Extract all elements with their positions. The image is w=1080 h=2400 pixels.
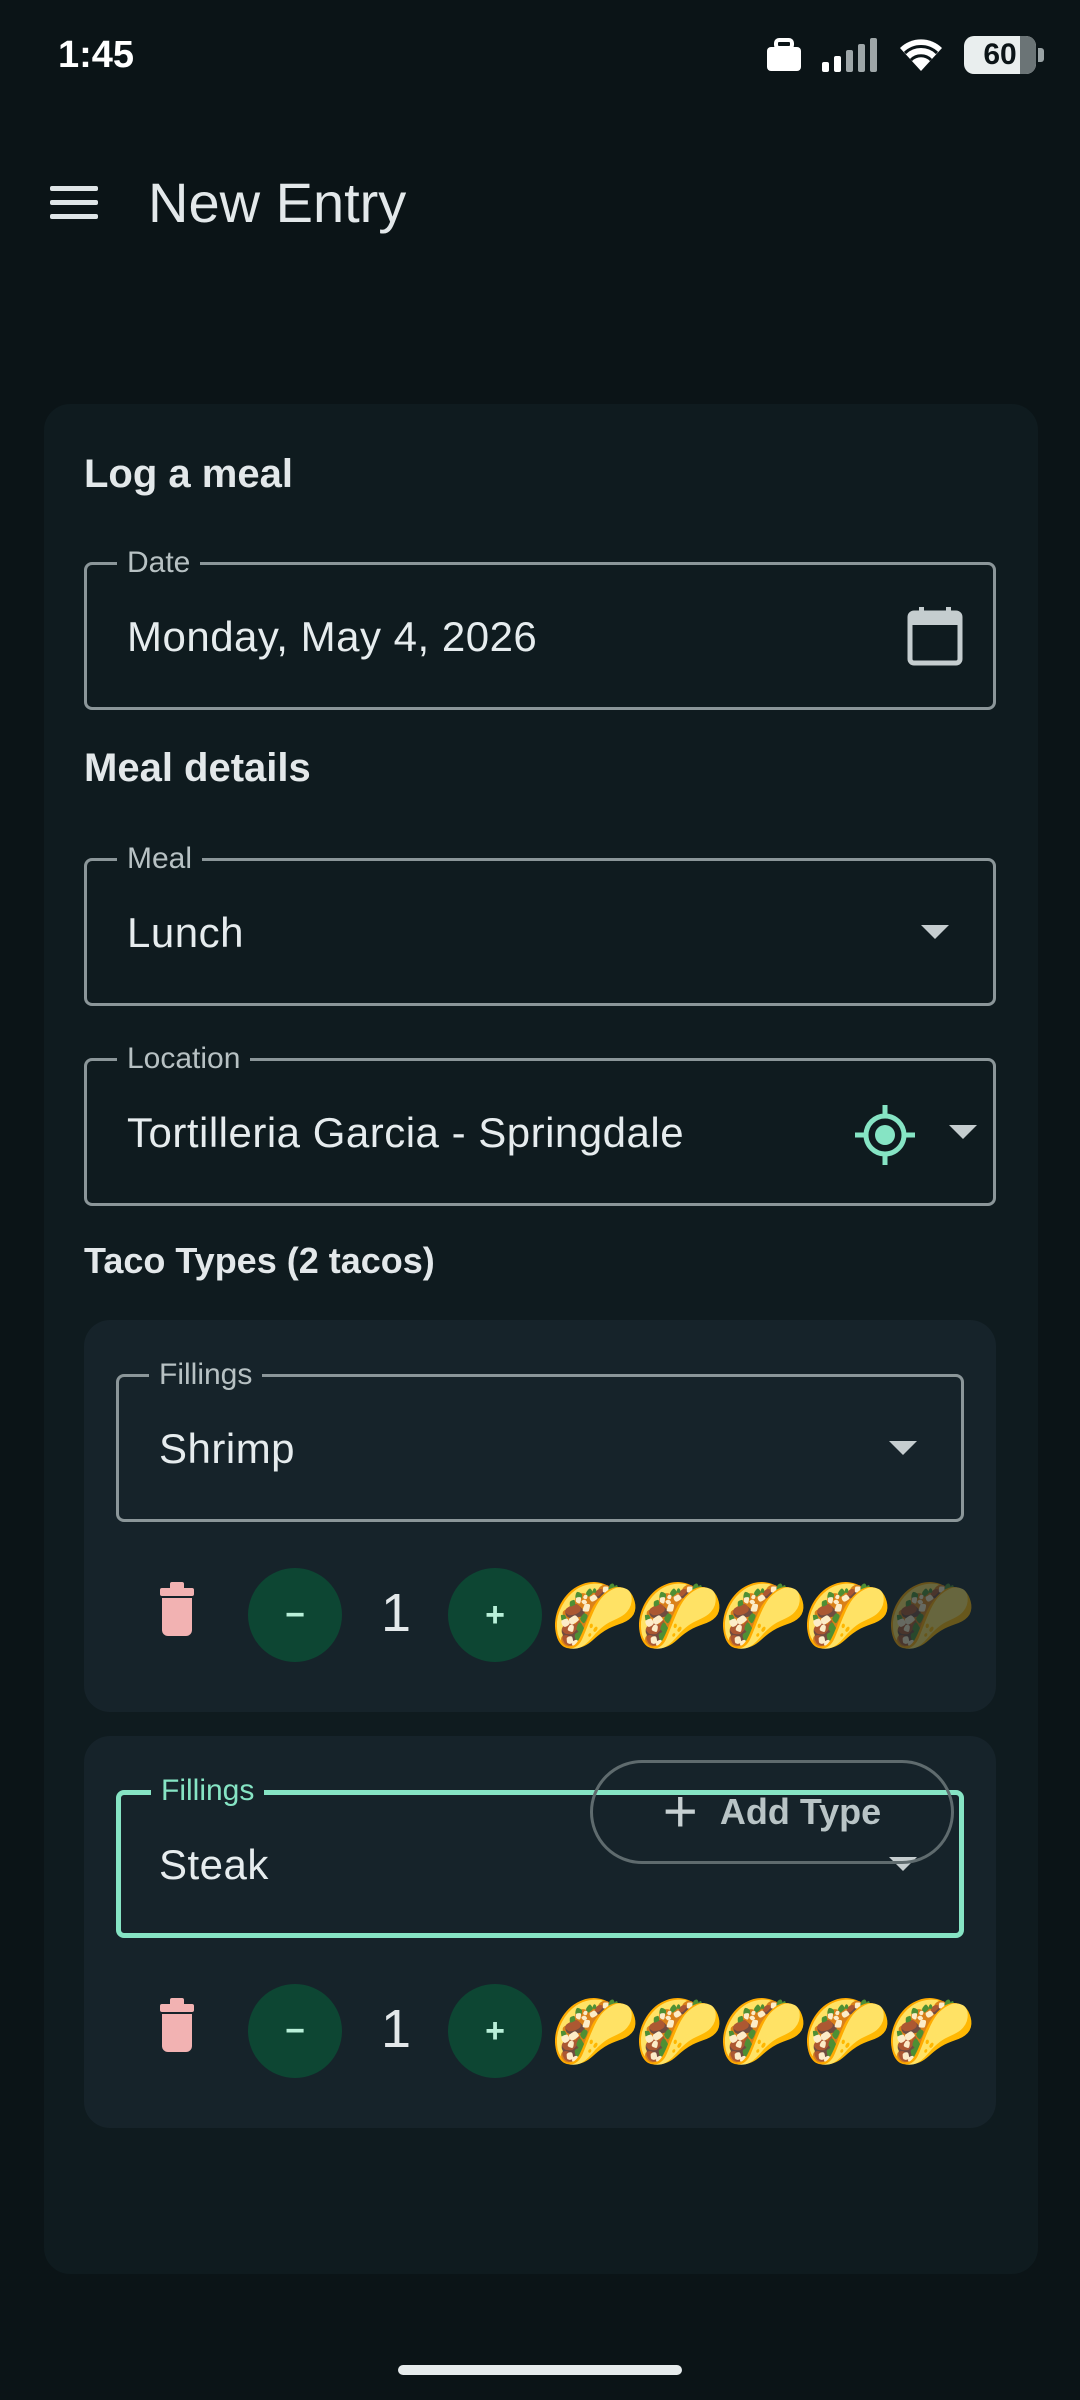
location-select-label: Location <box>117 1042 251 1076</box>
briefcase-icon <box>767 38 801 71</box>
chevron-down-icon <box>889 1441 917 1455</box>
location-select[interactable]: Location Tortilleria Garcia - Springdale <box>84 1042 996 1206</box>
rating-stars: 🌮 🌮 🌮 🌮 🌮 <box>550 1576 976 1656</box>
taco-rating-icon[interactable]: 🌮 <box>550 1992 640 2072</box>
location-select-value: Tortilleria Garcia - Springdale <box>127 1109 685 1156</box>
rating-stars: 🌮 🌮 🌮 🌮 🌮 <box>550 1992 976 2072</box>
taco-types-title: Taco Types (2 tacos) <box>84 1240 435 1281</box>
battery-icon: 60 <box>964 36 1044 74</box>
taco-rating-icon[interactable]: 🌮 <box>634 1576 724 1656</box>
taco-type-card: Fillings Shrimp − 1 + 🌮 🌮 🌮 🌮 🌮 <box>84 1320 996 1712</box>
taco-rating-icon[interactable]: 🌮 <box>886 1576 976 1656</box>
quantity-value: 1 <box>380 1999 412 2059</box>
screen: 1:45 60 New Entry Log a meal Date Monday… <box>0 0 1080 2400</box>
decrement-button[interactable]: − <box>248 1984 342 2078</box>
menu-icon[interactable] <box>40 172 108 232</box>
fillings-select-value: Shrimp <box>159 1425 296 1472</box>
wifi-icon <box>900 39 942 71</box>
decrement-button[interactable]: − <box>248 1568 342 1662</box>
taco-rating-icon[interactable]: 🌮 <box>634 1992 724 2072</box>
page-title: New Entry <box>148 171 407 234</box>
date-field-label: Date <box>117 546 201 580</box>
meal-select[interactable]: Meal Lunch <box>84 842 996 1006</box>
status-time: 1:45 <box>58 34 135 76</box>
my-location-icon[interactable] <box>855 1105 915 1165</box>
taco-rating-icon[interactable]: 🌮 <box>886 1992 976 2072</box>
delete-icon[interactable] <box>158 1998 196 2052</box>
taco-rating-icon[interactable]: 🌮 <box>802 1576 892 1656</box>
taco-quantity-row: − 1 + 🌮 🌮 🌮 🌮 🌮 <box>84 1980 996 2080</box>
taco-rating-icon[interactable]: 🌮 <box>718 1992 808 2072</box>
status-bar: 1:45 60 <box>0 0 1080 116</box>
calendar-icon[interactable] <box>907 607 963 667</box>
increment-button[interactable]: + <box>448 1568 542 1662</box>
app-bar: New Entry <box>0 150 1080 254</box>
add-type-label: Add Type <box>719 1791 882 1832</box>
taco-quantity-row: − 1 + 🌮 🌮 🌮 🌮 🌮 <box>84 1564 996 1664</box>
meal-details-title: Meal details <box>84 746 311 790</box>
taco-rating-icon[interactable]: 🌮 <box>718 1576 808 1656</box>
battery-level: 60 <box>983 38 1017 71</box>
gesture-nav-handle[interactable] <box>398 2365 682 2375</box>
chevron-down-icon <box>921 925 949 939</box>
log-meal-card: Log a meal Date Monday, May 4, 2026 Meal… <box>44 404 1038 2274</box>
delete-icon[interactable] <box>158 1582 196 1636</box>
taco-rating-icon[interactable]: 🌮 <box>802 1992 892 2072</box>
date-field[interactable]: Date Monday, May 4, 2026 <box>84 546 996 710</box>
chevron-down-icon <box>949 1125 977 1139</box>
add-type-button[interactable]: + Add Type <box>590 1760 954 1864</box>
signal-icon <box>822 38 877 72</box>
increment-button[interactable]: + <box>448 1984 542 2078</box>
fillings-select[interactable]: Fillings Shrimp <box>116 1358 964 1522</box>
fillings-select-value: Steak <box>159 1841 269 1888</box>
fillings-select-label: Fillings <box>151 1774 265 1808</box>
status-icons: 60 <box>766 36 1044 74</box>
meal-select-value: Lunch <box>127 909 244 956</box>
plus-icon: + <box>662 1778 698 1845</box>
meal-select-label: Meal <box>117 842 203 876</box>
fillings-select-label: Fillings <box>149 1358 263 1392</box>
form-title: Log a meal <box>84 452 293 496</box>
date-field-value: Monday, May 4, 2026 <box>127 613 538 660</box>
quantity-value: 1 <box>380 1583 412 1643</box>
taco-rating-icon[interactable]: 🌮 <box>550 1576 640 1656</box>
